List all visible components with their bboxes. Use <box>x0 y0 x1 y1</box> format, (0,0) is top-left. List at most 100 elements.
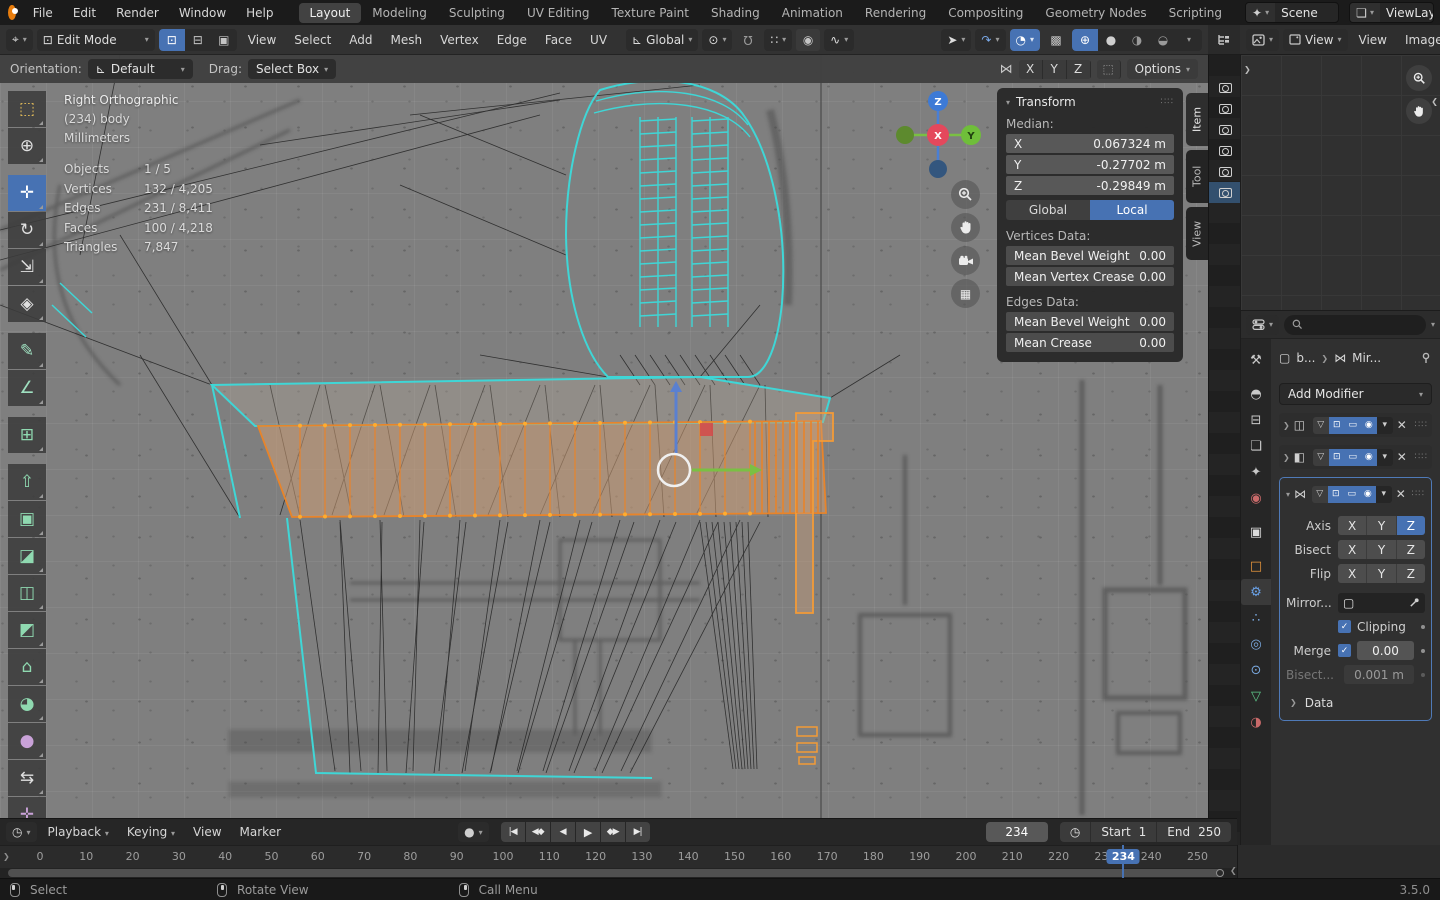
modifier-row-2[interactable]: ❯◧ ▽⊡▭◉▾ ✕∷∷ <box>1279 445 1432 469</box>
menu-playback[interactable]: Playback ▾ <box>41 823 116 841</box>
properties-tab-constraints[interactable]: ⊙ <box>1241 657 1271 683</box>
menu-edit[interactable]: Edit <box>64 4 105 22</box>
collapse-sidebar-icon[interactable]: ❮ <box>1431 97 1438 106</box>
tool-cursor[interactable]: ⊕ <box>8 128 46 164</box>
menu-add[interactable]: Add <box>342 30 379 50</box>
play-button[interactable]: ▶ <box>576 822 600 842</box>
workspace-tab-compositing[interactable]: Compositing <box>937 3 1034 23</box>
data-section-toggle[interactable]: Data <box>1305 696 1334 710</box>
solid-shading-icon[interactable]: ● <box>1098 29 1124 51</box>
snap-with-dropdown[interactable]: ∷▾ <box>764 29 792 51</box>
flip-y-button[interactable]: Y <box>1367 564 1396 583</box>
outliner-object-row[interactable] <box>1209 119 1241 140</box>
properties-tab-data[interactable]: ▽ <box>1241 683 1271 709</box>
tool-rotate[interactable]: ↻ <box>8 212 46 248</box>
orthographic-grid-button[interactable]: ▦ <box>951 279 980 308</box>
mode-selector[interactable]: ⊡ Edit Mode▾ <box>37 29 155 51</box>
properties-tab-material[interactable]: ◑ <box>1241 709 1271 735</box>
image-editor-type-button[interactable]: ▾ <box>1246 29 1279 51</box>
pivot-point-dropdown[interactable]: ⊙▾ <box>702 29 732 51</box>
tool-transform[interactable]: ◈ <box>8 286 46 322</box>
workspace-tab-scripting[interactable]: Scripting <box>1158 3 1233 23</box>
extras-dropdown-icon[interactable]: ▾ <box>1377 449 1393 466</box>
menu-uv[interactable]: UV <box>583 30 614 50</box>
outliner-object-row[interactable] <box>1209 182 1241 203</box>
properties-tab-view-layer[interactable]: ❏ <box>1241 433 1271 459</box>
add-modifier-button[interactable]: Add Modifier▾ <box>1279 383 1432 405</box>
menu-view[interactable]: View <box>241 30 283 50</box>
properties-tab-collection[interactable]: ▣ <box>1241 519 1271 545</box>
gizmo-plane-handle[interactable] <box>700 423 713 436</box>
workspace-tab-rendering[interactable]: Rendering <box>854 3 937 23</box>
outliner-object-row[interactable] <box>1209 161 1241 182</box>
scrollbar-knob[interactable] <box>1216 869 1224 877</box>
menu-keying[interactable]: Keying ▾ <box>120 823 182 841</box>
bisect-x-button[interactable]: X <box>1338 540 1367 559</box>
editmode-toggle[interactable]: ⊡ <box>1329 449 1345 466</box>
median-y-field[interactable]: Y-0.27702 m <box>1006 155 1174 174</box>
mirror-object-field[interactable]: ▢ <box>1338 593 1425 613</box>
delete-modifier-icon[interactable]: ✕ <box>1396 487 1406 501</box>
on-cage-toggle[interactable]: ▽ <box>1313 449 1329 466</box>
on-cage-toggle[interactable]: ▽ <box>1313 417 1329 434</box>
realtime-toggle[interactable]: ▭ <box>1345 417 1361 434</box>
flip-x-button[interactable]: X <box>1338 564 1367 583</box>
workspace-tab-modeling[interactable]: Modeling <box>361 3 438 23</box>
clipping-checkbox[interactable]: ✓ <box>1338 620 1351 633</box>
mean-crease-field[interactable]: Mean Crease0.00 <box>1006 333 1174 352</box>
tool-scale[interactable]: ⇲ <box>8 249 46 285</box>
transform-orientation-dropdown[interactable]: ⊾ Global▾ <box>626 29 698 51</box>
outliner-editor-icon[interactable] <box>1216 33 1232 47</box>
image-menu-view[interactable]: View <box>1352 30 1394 50</box>
modifier-row-1[interactable]: ❯◫ ▽⊡▭◉▾ ✕∷∷ <box>1279 413 1432 437</box>
camera-view-button[interactable] <box>951 246 980 275</box>
menu-vertex[interactable]: Vertex <box>433 30 486 50</box>
viewlayer-selector[interactable]: ❏▾ ViewLayer ❐ ✕ <box>1349 2 1434 23</box>
zoom-nav-button[interactable] <box>951 180 980 209</box>
shading-dropdown-icon[interactable]: ▾ <box>1176 29 1202 51</box>
proportional-editing-icon[interactable]: ◉ <box>796 29 820 51</box>
workspace-tab-shading[interactable]: Shading <box>700 3 771 23</box>
drag-grip-icon[interactable]: ∷∷ <box>1161 97 1174 107</box>
image-display-mode[interactable]: View▾ <box>1283 29 1348 51</box>
edge-select-icon[interactable]: ⊟ <box>185 29 211 51</box>
properties-options-icon[interactable]: ▾ <box>1431 320 1435 329</box>
properties-tab-object[interactable]: □ <box>1241 553 1271 579</box>
current-frame-field[interactable]: 234 <box>986 822 1048 842</box>
animate-dot[interactable] <box>1421 649 1425 653</box>
vertex-select-icon[interactable]: ⊡ <box>159 29 185 51</box>
image-zoom-button[interactable] <box>1406 65 1432 91</box>
collapse-icon[interactable]: ▾ <box>1006 98 1010 107</box>
xray-toggle-icon[interactable]: ▩ <box>1044 29 1068 51</box>
median-x-field[interactable]: X0.067324 m <box>1006 134 1174 153</box>
axis-z-button[interactable]: Z <box>1397 516 1425 535</box>
workspace-tab-geometry-nodes[interactable]: Geometry Nodes <box>1034 3 1157 23</box>
snap-base-icon[interactable]: ⬚ <box>1097 60 1121 79</box>
extras-dropdown-icon[interactable]: ▾ <box>1376 486 1392 503</box>
tool-bevel[interactable]: ◪ <box>8 538 46 574</box>
tool-knife[interactable]: ◩ <box>8 612 46 648</box>
render-toggle[interactable]: ◉ <box>1361 417 1377 434</box>
viewlayer-name[interactable]: ViewLayer <box>1380 3 1434 22</box>
material-shading-icon[interactable]: ◑ <box>1124 29 1150 51</box>
render-toggle[interactable]: ◉ <box>1361 449 1377 466</box>
realtime-toggle[interactable]: ▭ <box>1345 449 1361 466</box>
outliner[interactable] <box>1208 55 1240 845</box>
axis-x-button[interactable]: X <box>1338 516 1367 535</box>
scrollbar-thumb[interactable] <box>8 869 1224 877</box>
editor-type-button[interactable]: ⌖▾ <box>6 29 33 51</box>
snap-magnet-icon[interactable]: Ω <box>736 29 760 51</box>
tool-poly-build[interactable]: ⌂ <box>8 649 46 685</box>
timeline-scrollbar[interactable]: ❮ <box>0 868 1440 878</box>
workspace-tab-animation[interactable]: Animation <box>771 3 854 23</box>
menu-help[interactable]: Help <box>237 4 282 22</box>
tool-select-box[interactable]: ⬚ <box>8 91 46 127</box>
play-reverse-button[interactable]: ◀ <box>551 822 575 842</box>
wireframe-shading-icon[interactable]: ⊕ <box>1072 29 1098 51</box>
tab-view[interactable]: View <box>1186 207 1208 260</box>
edge-mean-bevel-weight-field[interactable]: Mean Bevel Weight0.00 <box>1006 312 1174 331</box>
tool-measure[interactable]: ∠ <box>8 370 46 406</box>
animate-dot[interactable] <box>1421 673 1425 677</box>
gizmos-dropdown[interactable]: ↷▾ <box>975 29 1005 51</box>
menu-view[interactable]: View <box>186 823 228 841</box>
